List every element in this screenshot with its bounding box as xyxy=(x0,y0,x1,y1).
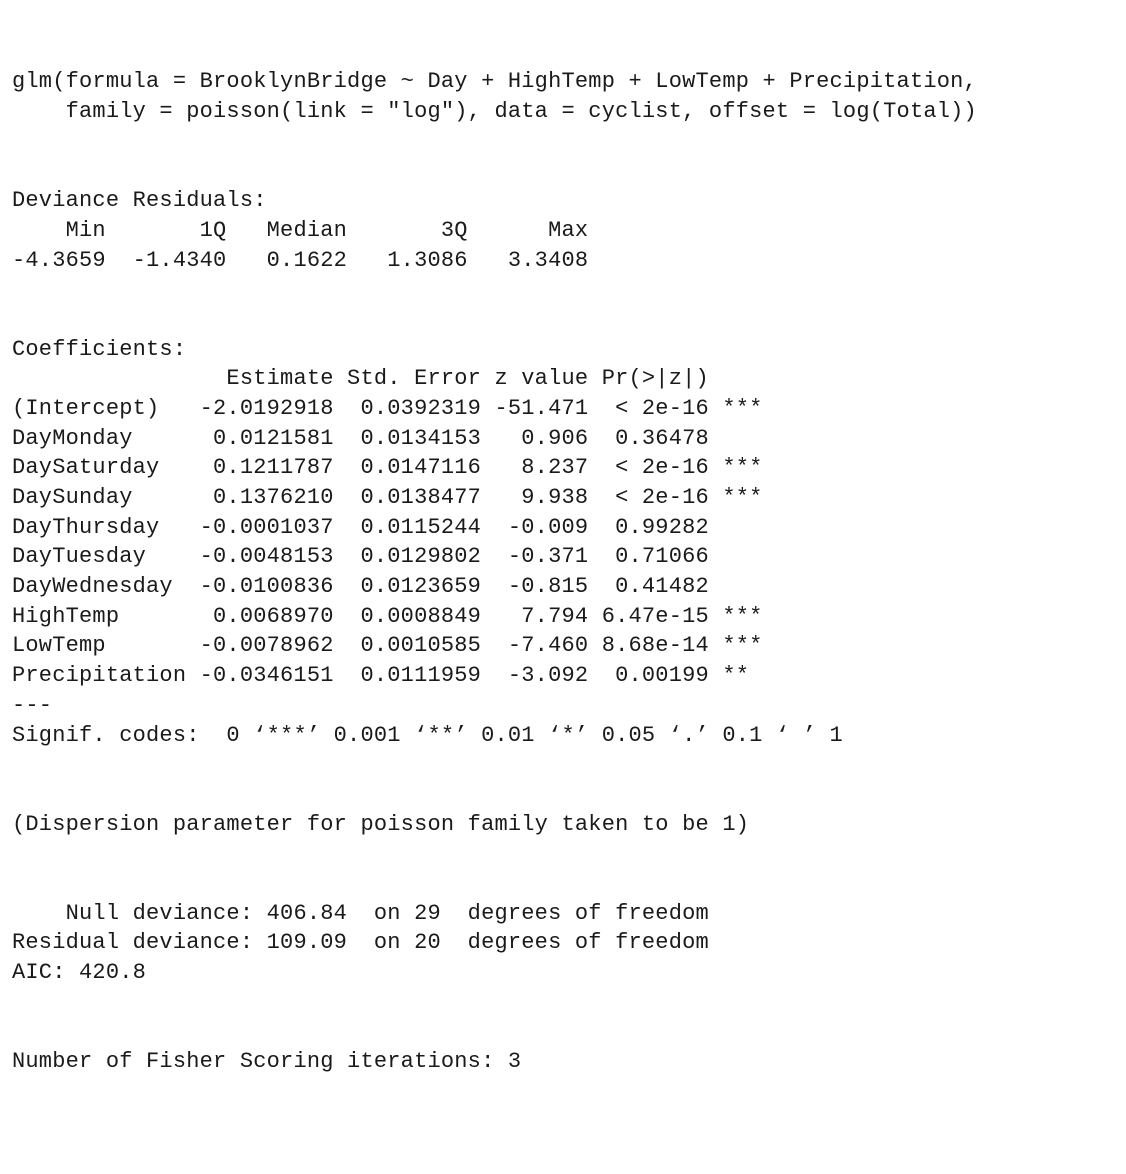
coef-row-precipitation: Precipitation -0.0346151 0.0111959 -3.09… xyxy=(12,661,1114,691)
deviance-residuals-values: -4.3659 -1.4340 0.1622 1.3086 3.3408 xyxy=(12,246,1114,276)
coefficients-header: Estimate Std. Error z value Pr(>|z|) xyxy=(12,364,1114,394)
deviance-residuals-header: Min 1Q Median 3Q Max xyxy=(12,216,1114,246)
coef-row-daysunday: DaySunday 0.1376210 0.0138477 9.938 < 2e… xyxy=(12,483,1114,513)
fisher-iterations-line: Number of Fisher Scoring iterations: 3 xyxy=(12,1047,1114,1077)
dispersion-note: (Dispersion parameter for poisson family… xyxy=(12,810,1114,840)
coef-row-lowtemp: LowTemp -0.0078962 0.0010585 -7.460 8.68… xyxy=(12,631,1114,661)
call-line-1: glm(formula = BrooklynBridge ~ Day + Hig… xyxy=(12,67,1114,97)
aic-line: AIC: 420.8 xyxy=(12,958,1114,988)
coef-row-daytuesday: DayTuesday -0.0048153 0.0129802 -0.371 0… xyxy=(12,542,1114,572)
coef-row-daywednesday: DayWednesday -0.0100836 0.0123659 -0.815… xyxy=(12,572,1114,602)
coef-row-hightemp: HighTemp 0.0068970 0.0008849 7.794 6.47e… xyxy=(12,602,1114,632)
call-line-2: family = poisson(link = "log"), data = c… xyxy=(12,97,1114,127)
coef-row-daythursday: DayThursday -0.0001037 0.0115244 -0.009 … xyxy=(12,513,1114,543)
separator: --- xyxy=(12,691,1114,721)
null-deviance-line: Null deviance: 406.84 on 29 degrees of f… xyxy=(12,899,1114,929)
coef-row-daymonday: DayMonday 0.0121581 0.0134153 0.906 0.36… xyxy=(12,424,1114,454)
coefficients-label: Coefficients: xyxy=(12,335,1114,365)
coef-row-daysaturday: DaySaturday 0.1211787 0.0147116 8.237 < … xyxy=(12,453,1114,483)
coef-row-intercept: (Intercept) -2.0192918 0.0392319 -51.471… xyxy=(12,394,1114,424)
residual-deviance-line: Residual deviance: 109.09 on 20 degrees … xyxy=(12,928,1114,958)
signif-codes: Signif. codes: 0 ‘***’ 0.001 ‘**’ 0.01 ‘… xyxy=(12,721,1114,751)
deviance-residuals-label: Deviance Residuals: xyxy=(12,186,1114,216)
